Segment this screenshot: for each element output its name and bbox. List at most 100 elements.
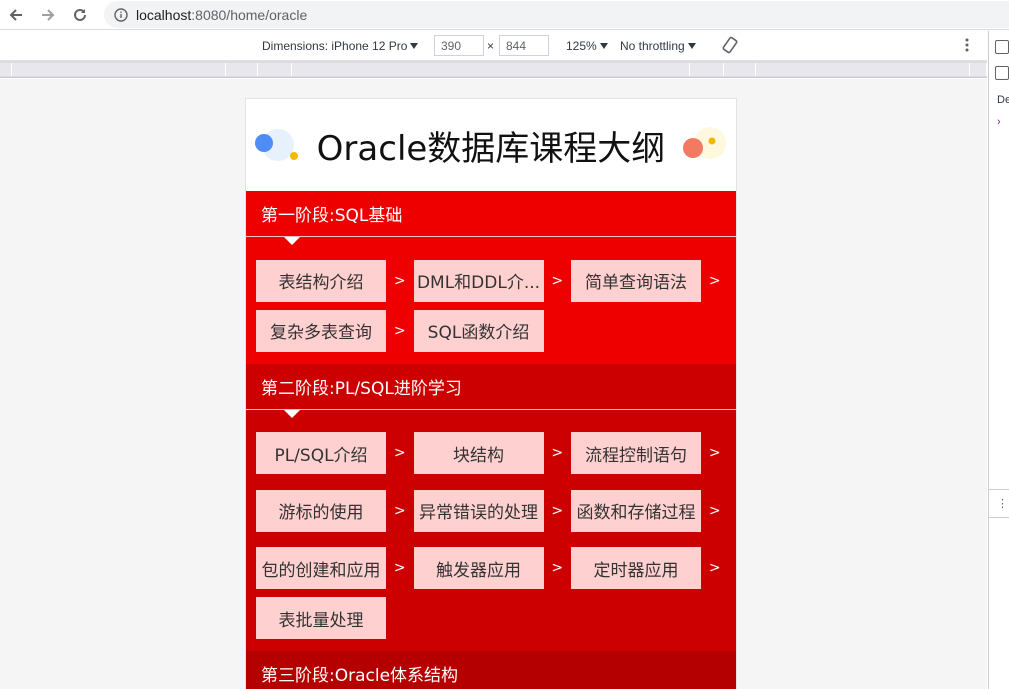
topic-chip[interactable]: DML和DDL介... xyxy=(413,259,544,302)
chevron-down-icon xyxy=(410,43,419,49)
topic-label: 函数和存储过程 xyxy=(576,503,696,524)
rotate-button[interactable] xyxy=(721,36,739,57)
next-arrow: > xyxy=(551,502,564,519)
topic-label: 异常错误的处理 xyxy=(419,503,538,524)
kebab-menu-icon xyxy=(965,38,969,52)
forward-button[interactable] xyxy=(38,5,58,25)
topic-label: 包的创建和应用 xyxy=(261,560,381,581)
throttling-label: No throttling xyxy=(620,39,685,53)
topic-chip[interactable]: 定时器应用 xyxy=(571,547,701,590)
next-arrow: > xyxy=(708,445,721,462)
info-icon xyxy=(114,7,128,22)
pointer-down-icon xyxy=(284,237,300,245)
url-bar[interactable]: localhost:8080/home/oracle xyxy=(104,1,1009,28)
topic-label: PL/SQL介绍 xyxy=(274,445,368,466)
url-host: localhost xyxy=(136,6,192,23)
topic-label: 定时器应用 xyxy=(593,560,679,581)
zoom-select[interactable]: 125% xyxy=(566,39,608,53)
url-text: localhost:8080/home/oracle xyxy=(136,7,307,23)
dimensions-label: Dimensions: iPhone 12 Pro xyxy=(262,39,408,53)
topic-row: 游标的使用 > 异常错误的处理 > 函数和存储过程 > xyxy=(246,482,736,540)
pointer-down-icon xyxy=(284,409,300,418)
topic-chip[interactable]: 异常错误的处理 xyxy=(413,489,544,532)
console-prompt-icon: › xyxy=(997,116,1001,128)
course-stage: 第一阶段:SQL基础 表结构介绍 > DML和DDL介... > 简单查询语法 > 复杂多表查… xyxy=(246,191,736,364)
topic-label: 游标的使用 xyxy=(278,503,364,524)
topic-chip[interactable]: 块结构 xyxy=(413,432,544,475)
topic-row: PL/SQL介绍 > 块结构 > 流程控制语句 > xyxy=(246,425,736,483)
stage-title[interactable]: 第三阶段:Oracle体系结构 xyxy=(246,651,736,689)
next-arrow: > xyxy=(393,502,406,519)
device-toggle-icon[interactable] xyxy=(995,66,1009,80)
more-options-button[interactable] xyxy=(964,37,970,56)
next-arrow: > xyxy=(551,445,564,462)
topic-label: 块结构 xyxy=(453,445,504,466)
stage-topics: PL/SQL介绍 > 块结构 > 流程控制语句 > 游标的使用 > 异常错误的处理 > 函数和存储过… xyxy=(246,409,736,652)
inspect-icon[interactable] xyxy=(995,40,1009,54)
topic-chip[interactable]: 流程控制语句 xyxy=(571,432,701,475)
topic-chip[interactable]: 包的创建和应用 xyxy=(256,547,386,590)
stage-title[interactable]: 第二阶段:PL/SQL进阶学习 xyxy=(246,364,736,410)
reload-icon xyxy=(74,8,86,21)
url-path: :8080/home/oracle xyxy=(191,6,308,23)
back-button[interactable] xyxy=(6,5,26,25)
topic-chip[interactable]: SQL函数介绍 xyxy=(413,309,544,352)
topic-chip[interactable]: 游标的使用 xyxy=(256,489,386,532)
topic-chip[interactable]: 简单查询语法 xyxy=(571,259,701,302)
kebab-icon[interactable]: ⋮ xyxy=(997,497,1008,510)
topic-row: 表结构介绍 > DML和DDL介... > 简单查询语法 > xyxy=(246,252,736,310)
next-arrow: > xyxy=(551,560,564,577)
mobile-page: Oracle数据库课程大纲 第一阶段:SQL基础表结构介绍 > DML和DDL介..… xyxy=(246,99,736,689)
zoom-label: 125% xyxy=(566,39,597,53)
next-arrow: > xyxy=(708,502,721,519)
devtools-tab-label[interactable]: De xyxy=(997,94,1009,106)
decorative-bubbles-right-icon xyxy=(683,127,726,159)
chevron-down-icon xyxy=(599,43,608,49)
dimensions-select[interactable]: Dimensions: iPhone 12 Pro xyxy=(262,39,419,53)
topic-label: SQL函数介绍 xyxy=(427,323,530,343)
topic-label: DML和DDL介... xyxy=(416,273,541,294)
next-arrow: > xyxy=(393,445,406,462)
topic-chip[interactable]: 函数和存储过程 xyxy=(571,489,701,532)
topic-label: 流程控制语句 xyxy=(585,445,687,466)
times-sign: × xyxy=(487,39,495,53)
topic-chip[interactable]: PL/SQL介绍 xyxy=(256,432,386,475)
next-arrow: > xyxy=(393,272,406,289)
throttling-select[interactable]: No throttling xyxy=(620,39,696,53)
course-stage: 第二阶段:PL/SQL进阶学习 PL/SQL介绍 > 块结构 > 流程控制语句 > 游标的使用… xyxy=(246,363,736,652)
next-arrow: > xyxy=(708,560,721,577)
course-stage: 第三阶段:Oracle体系结构 xyxy=(246,651,736,689)
topic-row: 复杂多表查询 > SQL函数介绍 xyxy=(246,309,736,352)
topic-row: 包的创建和应用 > 触发器应用 > 定时器应用 > xyxy=(246,540,736,598)
chevron-down-icon xyxy=(687,43,696,49)
topic-row: 表批量处理 xyxy=(246,597,736,639)
forward-arrow-icon xyxy=(42,9,55,21)
media-query-ruler[interactable] xyxy=(0,61,987,78)
devtools-panel: De › ⋮ xyxy=(988,31,1009,689)
page-header: Oracle数据库课程大纲 xyxy=(246,99,736,191)
topic-chip[interactable]: 复杂多表查询 xyxy=(256,309,386,352)
topic-chip[interactable]: 表结构介绍 xyxy=(256,259,386,302)
decorative-bubbles-left-icon xyxy=(255,129,298,161)
topic-chip[interactable]: 触发器应用 xyxy=(413,547,544,590)
topic-label: 复杂多表查询 xyxy=(270,323,372,343)
topic-label: 触发器应用 xyxy=(436,560,521,581)
reload-button[interactable] xyxy=(70,5,90,25)
browser-address-bar: localhost:8080/home/oracle xyxy=(0,0,1009,30)
width-input[interactable]: 390 xyxy=(434,35,484,56)
next-arrow: > xyxy=(393,560,406,577)
topic-label: 简单查询语法 xyxy=(585,273,687,294)
next-arrow: > xyxy=(551,272,564,289)
topic-label: 表批量处理 xyxy=(278,610,364,631)
topic-label: 表结构介绍 xyxy=(278,273,364,294)
next-arrow: > xyxy=(708,272,721,289)
device-toolbar: Dimensions: iPhone 12 Pro 390 × 844 125%… xyxy=(0,31,987,61)
height-input[interactable]: 844 xyxy=(499,35,549,56)
stage-title[interactable]: 第一阶段:SQL基础 xyxy=(246,191,736,237)
course-stages: 第一阶段:SQL基础 表结构介绍 > DML和DDL介... > 简单查询语法 > 复杂多表查… xyxy=(246,191,736,689)
topic-chip[interactable]: 表批量处理 xyxy=(256,597,386,639)
back-arrow-icon xyxy=(9,9,22,21)
next-arrow: > xyxy=(393,322,406,339)
page-title: Oracle数据库课程大纲 xyxy=(316,128,666,169)
rotate-icon xyxy=(722,36,738,54)
